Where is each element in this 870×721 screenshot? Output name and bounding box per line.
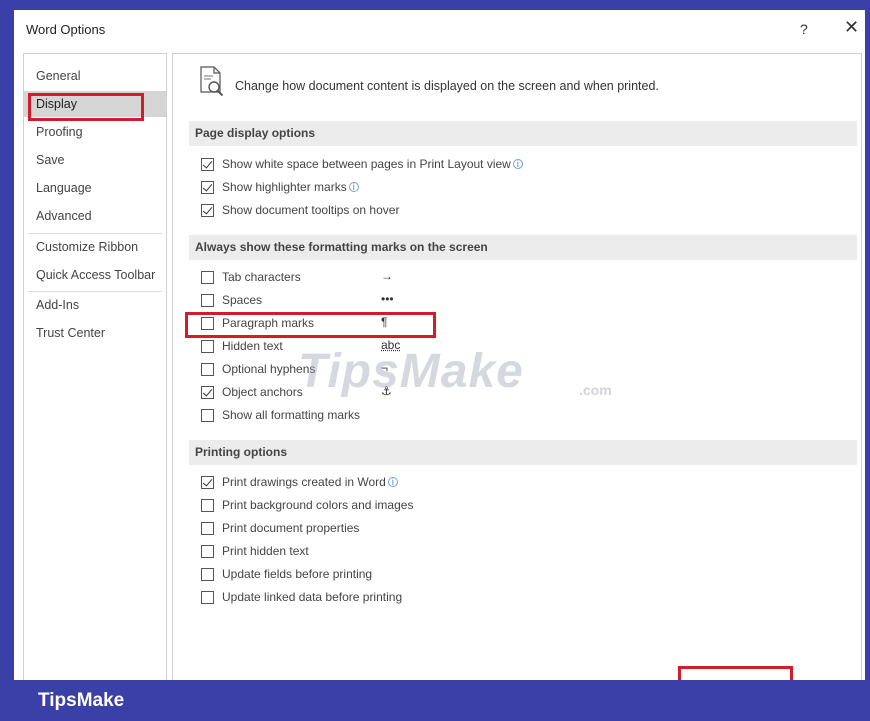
- checkbox[interactable]: [201, 545, 214, 558]
- nav-item-general[interactable]: General: [24, 63, 166, 89]
- frame-right-border: [865, 0, 870, 721]
- checkbox[interactable]: [201, 158, 214, 171]
- checkbox[interactable]: [201, 499, 214, 512]
- checkbox[interactable]: [201, 204, 214, 217]
- info-icon: i: [387, 477, 398, 487]
- section-header-page-display: Page display options: [189, 121, 857, 146]
- section-header-formatting-marks: Always show these formatting marks on th…: [189, 235, 857, 260]
- window-title: Word Options: [26, 22, 106, 37]
- nav-item-advanced[interactable]: Advanced: [24, 203, 166, 229]
- highlight-box-display: [28, 93, 144, 121]
- watermark-suffix: .com: [579, 382, 612, 398]
- checkbox[interactable]: [201, 271, 214, 284]
- word-options-dialog: Word Options ? ✕ General Display Proofin…: [14, 10, 865, 696]
- nav-item-quick-access-toolbar[interactable]: Quick Access Toolbar: [24, 262, 166, 288]
- checkbox[interactable]: [201, 522, 214, 535]
- section-header-printing: Printing options: [189, 440, 857, 465]
- document-magnifier-icon: [200, 66, 224, 97]
- help-button[interactable]: ?: [800, 21, 808, 37]
- nav-item-add-ins[interactable]: Add-Ins: [24, 292, 166, 318]
- nav-item-save[interactable]: Save: [24, 147, 166, 173]
- intro-text: Change how document content is displayed…: [235, 79, 659, 93]
- checkbox[interactable]: [201, 409, 214, 422]
- checkbox[interactable]: [201, 591, 214, 604]
- info-icon: i: [348, 182, 359, 192]
- brand-logo-text: TipsMake: [38, 690, 125, 711]
- nav-item-language[interactable]: Language: [24, 175, 166, 201]
- options-nav: General Display Proofing Save Language A…: [23, 53, 167, 683]
- info-icon: i: [512, 159, 523, 169]
- highlight-box-paragraph-marks: [185, 312, 436, 338]
- close-button[interactable]: ✕: [844, 18, 859, 36]
- checkbox[interactable]: [201, 568, 214, 581]
- checkbox[interactable]: [201, 363, 214, 376]
- frame-top-border: [0, 0, 870, 10]
- brand-bar: TipsMake: [0, 680, 870, 721]
- checkbox[interactable]: [201, 181, 214, 194]
- nav-item-trust-center[interactable]: Trust Center: [24, 320, 166, 346]
- frame-left-border: [0, 0, 14, 721]
- title-bar: Word Options ? ✕: [14, 10, 865, 48]
- checkbox[interactable]: [201, 294, 214, 307]
- space-dots-icon: •••: [381, 292, 394, 306]
- tab-arrow-icon: →: [381, 269, 393, 283]
- checkbox[interactable]: [201, 340, 214, 353]
- checkbox[interactable]: [201, 386, 214, 399]
- nav-item-proofing[interactable]: Proofing: [24, 119, 166, 145]
- checkbox[interactable]: [201, 476, 214, 489]
- watermark-text: TipsMake: [298, 345, 524, 398]
- nav-item-customize-ribbon[interactable]: Customize Ribbon: [24, 234, 166, 260]
